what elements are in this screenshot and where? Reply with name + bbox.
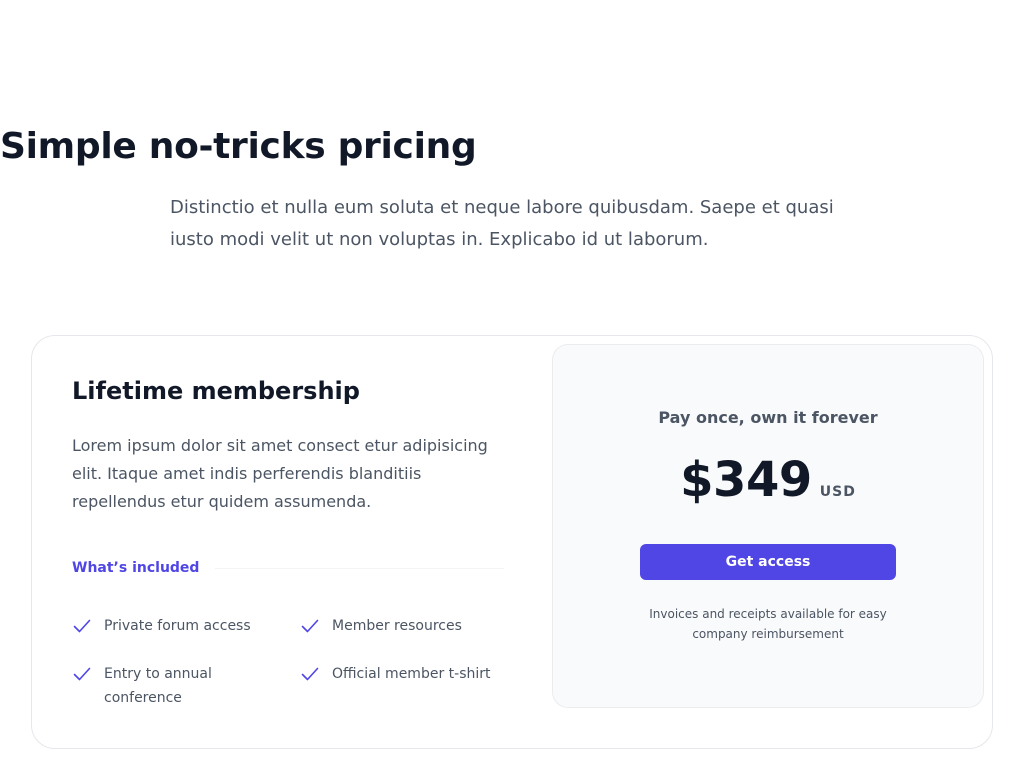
feature-label: Official member t-shirt	[332, 666, 491, 682]
check-icon	[300, 614, 320, 638]
divider-line	[215, 567, 504, 569]
check-icon	[300, 662, 320, 686]
included-heading: What’s included	[72, 560, 200, 576]
pricing-card: Lifetime membership Lorem ipsum dolor si…	[31, 335, 993, 749]
check-icon	[72, 662, 92, 686]
included-divider: What’s included	[72, 558, 504, 578]
check-icon	[72, 614, 92, 638]
feature-label: Entry to annual conference	[104, 666, 212, 706]
purchase-tagline: Pay once, own it forever	[658, 408, 878, 427]
reimbursement-note: Invoices and receipts available for easy…	[649, 607, 887, 641]
feature-item: Official member t-shirt	[300, 662, 500, 686]
price-display: $349 USD	[552, 448, 984, 512]
feature-label: Member resources	[332, 618, 462, 634]
feature-item: Private forum access	[72, 614, 272, 638]
purchase-panel: Pay once, own it forever $349 USD Get ac…	[552, 344, 984, 708]
plan-title: Lifetime membership	[72, 377, 360, 405]
page-title: Simple no-tricks pricing	[0, 126, 477, 167]
plan-description: Lorem ipsum dolor sit amet consect etur …	[72, 436, 488, 511]
page-subtitle: Distinctio et nulla eum soluta et neque …	[170, 197, 834, 250]
feature-item: Member resources	[300, 614, 500, 638]
feature-label: Private forum access	[104, 618, 251, 634]
price-amount: $349	[680, 452, 812, 508]
feature-item: Entry to annual conference	[72, 662, 232, 710]
get-access-button[interactable]: Get access	[640, 544, 896, 580]
price-currency: USD	[819, 484, 856, 500]
